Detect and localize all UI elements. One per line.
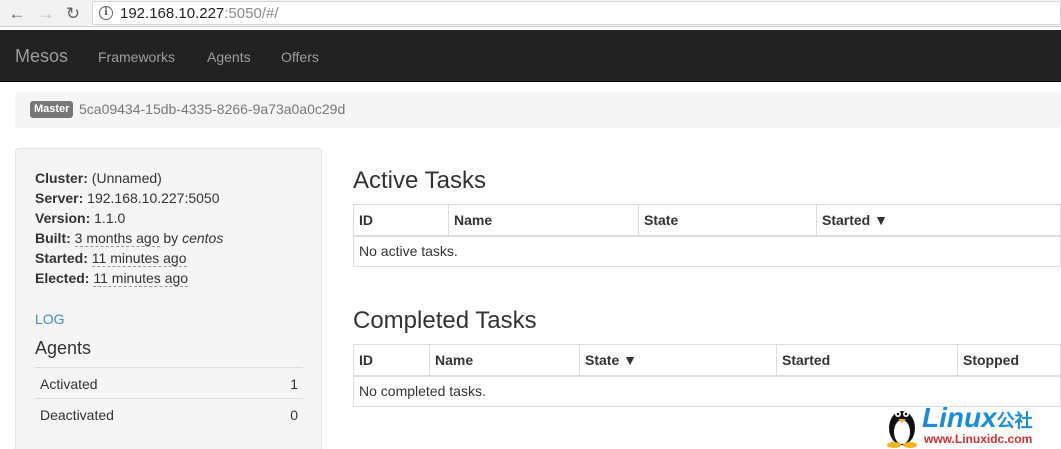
active-tasks-heading: Active Tasks [353,167,486,194]
master-id: 5ca09434-15db-4335-8266-9a73a0a0c29d [79,101,346,117]
started-line: Started: 11 minutes ago [35,250,187,267]
address-bar[interactable]: i 192.168.10.227:5050/#/ [92,1,1061,25]
empty-message: No active tasks. [359,243,458,260]
nav-frameworks[interactable]: Frameworks [98,49,175,65]
col-started[interactable]: Started ▼ [816,204,1061,237]
built-line: Built: 3 months ago by centos [35,230,224,247]
reload-icon[interactable]: ↻ [62,3,84,25]
completed-tasks-table: ID Name State ▼ Started Stopped No compl… [353,344,1061,407]
penguin-icon [887,411,917,448]
col-started[interactable]: Started [776,344,958,377]
server-value: 192.168.10.227:5050 [87,190,220,206]
brand-logo[interactable]: Mesos [15,46,68,67]
watermark-brand: Linux公社 [922,402,1033,434]
url-path: :5050/#/ [224,5,279,22]
server-label: Server: [35,190,84,206]
nav-agents[interactable]: Agents [207,49,251,65]
agent-status-label: Deactivated [40,407,114,423]
nav-offers[interactable]: Offers [281,49,319,65]
started-value[interactable]: 11 minutes ago [91,250,187,267]
built-value[interactable]: 3 months ago [74,230,160,247]
built-user: centos [182,230,224,246]
watermark-brand-latin: Linux [922,402,997,433]
agent-row-activated: Activated 1 [35,367,303,398]
forward-arrow-icon[interactable]: → [35,3,57,25]
watermark-url: www.Linuxidc.com [924,432,1033,446]
breadcrumb: Master 5ca09434-15db-4335-8266-9a73a0a0c… [15,92,1061,128]
agent-count: 0 [290,407,298,423]
col-stopped[interactable]: Stopped [957,344,1061,377]
log-link[interactable]: LOG [35,311,65,327]
col-name[interactable]: Name [429,344,580,377]
built-label: Built: [35,230,71,246]
agent-row-deactivated: Deactivated 0 [35,398,303,429]
col-state[interactable]: State [638,204,817,237]
watermark-brand-cn: 公社 [996,411,1033,431]
active-tasks-table: ID Name State Started ▼ No active tasks. [353,204,1061,267]
url-host: 192.168.10.227 [120,5,225,22]
url-text[interactable]: 192.168.10.227:5050/#/ [120,5,279,22]
col-id[interactable]: ID [353,344,430,377]
top-navbar: Mesos Frameworks Agents Offers [0,30,1061,82]
info-icon[interactable]: i [99,6,113,20]
built-by: by [163,230,179,246]
master-badge: Master [30,101,74,118]
table-row: No active tasks. [354,236,1061,267]
elected-value[interactable]: 11 minutes ago [93,270,189,287]
elected-line: Elected: 11 minutes ago [35,270,189,287]
browser-toolbar: ← → ↻ i 192.168.10.227:5050/#/ [0,0,1061,27]
version-label: Version: [35,210,91,226]
elected-label: Elected: [35,270,90,286]
col-id[interactable]: ID [353,204,449,237]
version-line: Version: 1.1.0 [35,210,125,226]
cluster-label: Cluster: [35,170,88,186]
completed-tasks-heading: Completed Tasks [353,307,537,334]
agent-status-label: Activated [40,376,98,392]
agents-heading: Agents [35,338,92,358]
server-line: Server: 192.168.10.227:5050 [35,190,220,206]
watermark: Linux公社 www.Linuxidc.com [884,400,1061,449]
cluster-value: (Unnamed) [91,170,162,186]
back-arrow-icon[interactable]: ← [6,3,28,25]
agent-count: 1 [290,376,298,392]
cluster-info-panel: Cluster: (Unnamed) Server: 192.168.10.22… [15,148,322,449]
started-label: Started: [35,250,88,266]
col-name[interactable]: Name [448,204,639,237]
col-state[interactable]: State ▼ [579,344,777,377]
cluster-line: Cluster: (Unnamed) [35,170,162,186]
version-value: 1.1.0 [94,210,126,226]
